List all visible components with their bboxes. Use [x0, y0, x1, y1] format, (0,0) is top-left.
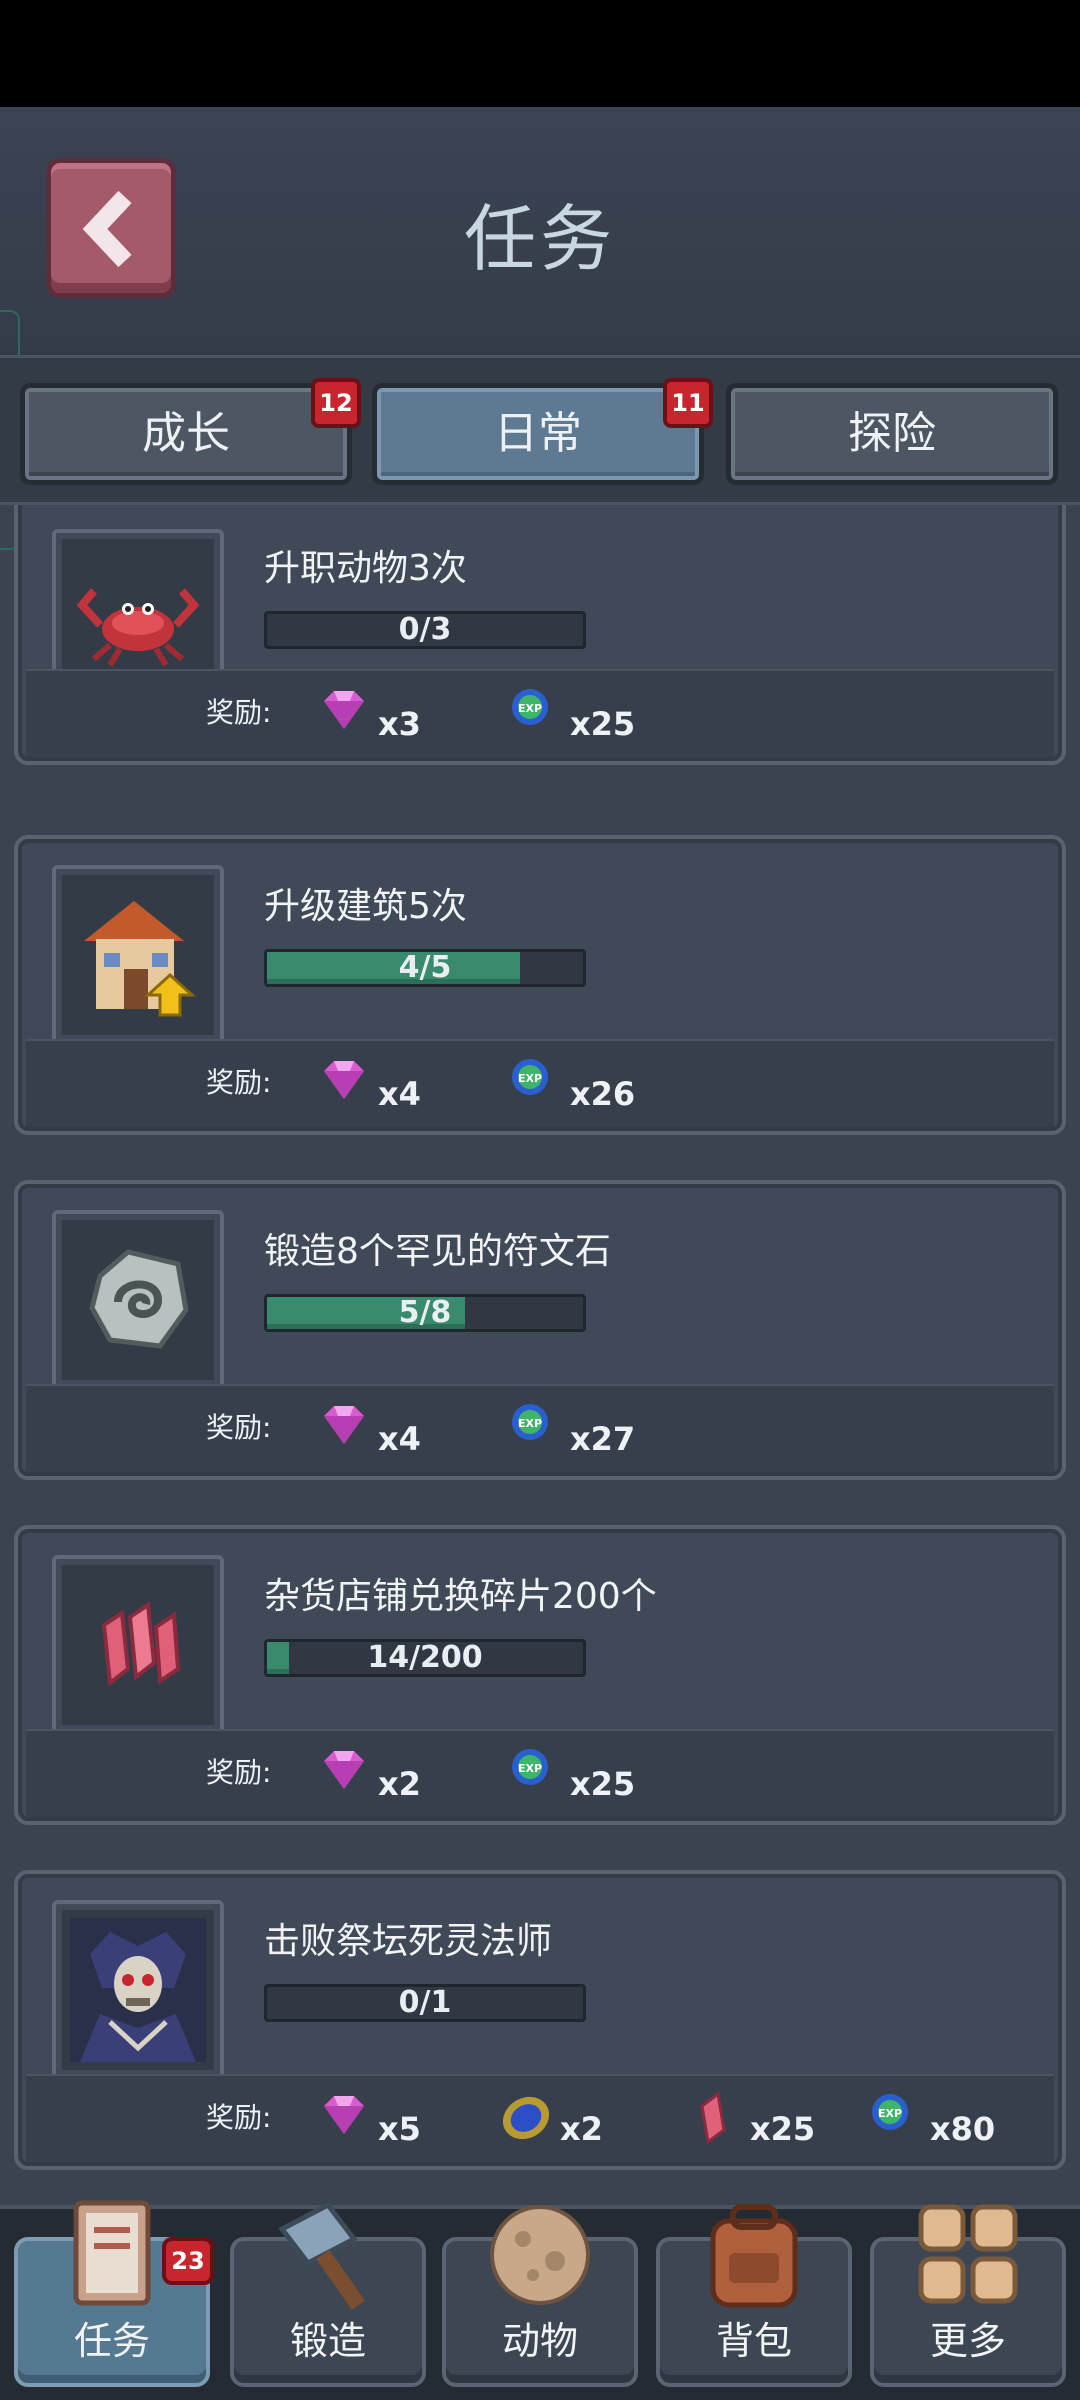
progress-text: 14/200	[367, 1640, 483, 1675]
task-title: 锻造8个罕见的符文石	[264, 1231, 611, 1272]
task-card: 杂货店铺兑换碎片200个 14/200 奖励: x2 EXP x25	[14, 1525, 1066, 1825]
task-icon-frame	[52, 865, 224, 1045]
necromancer-icon	[70, 1918, 206, 2062]
backpack-icon	[710, 2204, 798, 2308]
reward-count: x4	[378, 1420, 421, 1458]
page-title: 任务	[463, 197, 616, 281]
gem-icon	[324, 1061, 364, 1099]
reward-count: x4	[378, 1075, 421, 1113]
progress-bar: 5/8	[264, 1294, 586, 1332]
reward-count: x25	[570, 705, 636, 743]
shards-icon	[101, 1601, 181, 1687]
nav-label: 动物	[501, 2319, 578, 2363]
reward-label: 奖励:	[206, 2101, 272, 2134]
tab-badge: 11	[663, 378, 713, 428]
task-card: 升职动物3次 0/3 奖励: x3 EXP x25	[14, 505, 1066, 765]
task-icon-frame	[52, 1555, 224, 1735]
reward-label: 奖励:	[206, 1411, 272, 1444]
reward-count: x5	[378, 2110, 421, 2148]
task-card: 击败祭坛死灵法师 0/1 奖励: x5 x2 x25 EXP x80	[14, 1870, 1066, 2170]
reward-count: x80	[930, 2110, 996, 2148]
task-card: 升级建筑5次 4/5 奖励: x4 EXP x26	[14, 835, 1066, 1135]
nav-label: 更多	[929, 2319, 1006, 2363]
task-title: 击败祭坛死灵法师	[264, 1921, 553, 1962]
reward-label: 奖励:	[206, 1756, 272, 1789]
sapphire-icon	[502, 2096, 550, 2140]
progress-text: 0/3	[398, 612, 452, 647]
svg-text:EXP: EXP	[878, 2107, 902, 2120]
svg-text:EXP: EXP	[518, 702, 542, 715]
nav-label: 背包	[715, 2319, 792, 2363]
reward-strip: 奖励: x5 x2 x25 EXP x80	[26, 2074, 1054, 2162]
task-icon-frame	[52, 1900, 224, 2080]
progress-bar: 4/5	[264, 949, 586, 987]
tab-badge: 12	[311, 378, 361, 428]
progress-text: 0/1	[398, 1985, 452, 2020]
exp-icon: EXP	[872, 2094, 908, 2130]
shard-icon	[700, 2091, 726, 2145]
status-bar	[0, 0, 1080, 107]
task-icon-frame	[52, 1210, 224, 1390]
progress-bar: 0/3	[264, 611, 586, 649]
reward-count: x2	[378, 1765, 421, 1803]
progress-text: 4/5	[398, 950, 452, 985]
gem-icon	[324, 691, 364, 729]
gem-icon	[324, 2096, 364, 2134]
nav-backpack[interactable]: 背包	[656, 2204, 852, 2387]
task-list[interactable]: 升职动物3次 0/3 奖励: x3 EXP x25 升级建筑5次 4/5 奖励:…	[0, 505, 1080, 2205]
task-card: 锻造8个罕见的符文石 5/8 奖励: x4 EXP x27	[14, 1180, 1066, 1480]
reward-label: 奖励:	[206, 1066, 272, 1099]
reward-count: x3	[378, 705, 421, 743]
tab-adventure[interactable]: 探险	[726, 383, 1058, 485]
nav-label: 锻造	[289, 2319, 366, 2363]
hammer-icon	[278, 2201, 365, 2309]
nav-forge[interactable]: 锻造	[230, 2201, 426, 2387]
egg-icon	[490, 2205, 590, 2305]
reward-strip: 奖励: x4 EXP x26	[26, 1039, 1054, 1127]
reward-count: x25	[570, 1765, 636, 1803]
exp-icon: EXP	[512, 1404, 548, 1440]
rune-stone-icon	[89, 1249, 189, 1349]
task-title: 升级建筑5次	[264, 886, 467, 927]
gem-icon	[324, 1406, 364, 1444]
tab-daily[interactable]: 日常 11	[372, 378, 713, 485]
building-upgrade-icon	[84, 901, 196, 1017]
progress-text: 5/8	[398, 1295, 452, 1330]
svg-text:EXP: EXP	[518, 1072, 542, 1085]
reward-strip: 奖励: x2 EXP x25	[26, 1729, 1054, 1817]
task-title: 升职动物3次	[264, 548, 467, 589]
exp-icon: EXP	[512, 689, 548, 725]
task-title: 杂货店铺兑换碎片200个	[264, 1576, 657, 1617]
tab-label: 成长	[142, 408, 230, 459]
nav-more[interactable]: 更多	[870, 2204, 1066, 2387]
exp-icon: EXP	[512, 1059, 548, 1095]
progress-bar: 14/200	[264, 1639, 586, 1677]
svg-text:EXP: EXP	[518, 1762, 542, 1775]
progress-bar: 0/1	[264, 1984, 586, 2022]
tab-label: 日常	[494, 408, 582, 459]
reward-count: x2	[560, 2110, 603, 2148]
svg-text:EXP: EXP	[518, 1417, 542, 1430]
reward-label: 奖励:	[206, 696, 272, 729]
reward-count: x26	[570, 1075, 636, 1113]
exp-icon: EXP	[512, 1749, 548, 1785]
nav-quests[interactable]: 23 任务	[14, 2200, 214, 2387]
nav-badge: 23	[162, 2237, 214, 2285]
reward-strip: 奖励: x3 EXP x25	[26, 669, 1054, 757]
nav-label: 任务	[73, 2319, 150, 2363]
nav-animals[interactable]: 动物	[442, 2205, 638, 2387]
reward-strip: 奖励: x4 EXP x27	[26, 1384, 1054, 1472]
quest-book-icon	[73, 2200, 151, 2306]
reward-count: x27	[570, 1420, 636, 1458]
gem-icon	[324, 1751, 364, 1789]
reward-count: x25	[750, 2110, 816, 2148]
more-grid-icon	[918, 2204, 1018, 2304]
tab-growth[interactable]: 成长 12	[20, 378, 361, 485]
tab-label: 探险	[848, 408, 936, 459]
